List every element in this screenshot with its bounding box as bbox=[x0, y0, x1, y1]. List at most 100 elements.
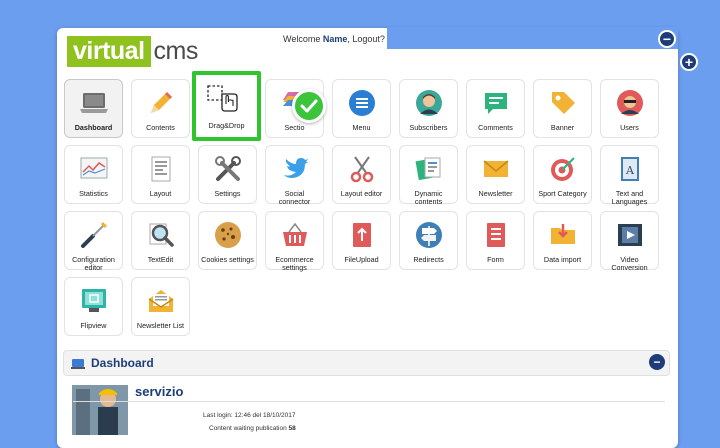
module-label: Redirects bbox=[413, 255, 444, 264]
menu-icon bbox=[347, 88, 377, 118]
signpost-icon bbox=[414, 220, 444, 250]
line-chart-icon bbox=[79, 154, 109, 184]
module-tile-data-import[interactable]: Data import bbox=[533, 211, 592, 270]
module-label: FileUpload bbox=[344, 255, 379, 264]
twitter-bird-icon bbox=[280, 154, 310, 184]
module-label: Menu bbox=[352, 123, 371, 132]
film-icon bbox=[615, 220, 645, 250]
module-label: Users bbox=[620, 123, 639, 132]
virtualcms-logo[interactable]: virtual cms bbox=[67, 35, 199, 67]
profile-photo bbox=[72, 385, 128, 435]
module-label: Dashboard bbox=[74, 123, 113, 132]
flipview-icon bbox=[79, 286, 109, 316]
module-tile-textedit[interactable]: TextEdit bbox=[131, 211, 190, 270]
module-tile-subscribers[interactable]: Subscribers bbox=[399, 79, 458, 138]
user-avatar-icon bbox=[615, 88, 645, 118]
dashboard-laptop-icon bbox=[71, 357, 85, 369]
envelope-icon bbox=[481, 154, 511, 184]
module-tile-sport-category[interactable]: Sport Category bbox=[533, 145, 592, 204]
target-icon bbox=[548, 154, 578, 184]
module-label: Sectio bbox=[284, 123, 305, 132]
module-label: Layout bbox=[149, 189, 172, 198]
dynamic-docs-icon bbox=[414, 154, 444, 184]
module-label: Newsletter bbox=[478, 189, 513, 198]
module-label: Configuration editor bbox=[72, 255, 115, 272]
module-tile-layout[interactable]: Layout bbox=[131, 145, 190, 204]
dashboard-section-header[interactable]: Dashboard − bbox=[63, 350, 670, 376]
cookie-icon bbox=[213, 220, 243, 250]
module-tile-dashboard[interactable]: Dashboard bbox=[64, 79, 123, 138]
logo-cms-text: cms bbox=[153, 36, 199, 65]
upload-icon bbox=[347, 220, 377, 250]
module-label: Dynamic contents bbox=[414, 189, 443, 206]
collapse-minus-icon[interactable]: − bbox=[658, 30, 676, 48]
module-tile-banner[interactable]: Banner bbox=[533, 79, 592, 138]
module-tile-comments[interactable]: Comments bbox=[466, 79, 525, 138]
module-label: Banner bbox=[550, 123, 575, 132]
tools-icon bbox=[213, 154, 243, 184]
dictionary-icon: A bbox=[615, 154, 645, 184]
module-tile-menu[interactable]: Menu bbox=[332, 79, 391, 138]
dashboard-title: Dashboard bbox=[91, 356, 154, 370]
module-label: Video Conversion bbox=[611, 255, 648, 272]
laptop-icon bbox=[79, 88, 109, 118]
magnifier-icon bbox=[146, 220, 176, 250]
module-tile-flipview[interactable]: Flipview bbox=[64, 277, 123, 336]
module-tile-text-and-languages[interactable]: A Text and Languages bbox=[600, 145, 659, 206]
folder-import-icon bbox=[548, 220, 578, 250]
content-waiting-text: Content waiting publication 58 bbox=[209, 425, 296, 432]
open-envelope-icon bbox=[146, 286, 176, 316]
dashboard-collapse-icon[interactable]: − bbox=[649, 354, 665, 370]
module-label: Subscribers bbox=[409, 123, 448, 132]
module-tile-contents[interactable]: Contents bbox=[131, 79, 190, 138]
module-label: Settings bbox=[214, 189, 241, 198]
drag-drop-highlight[interactable]: Drag&Drop bbox=[192, 71, 261, 141]
expand-plus-icon[interactable]: + bbox=[680, 53, 698, 71]
module-label: Form bbox=[487, 255, 504, 264]
module-tile-redirects[interactable]: Redirects bbox=[399, 211, 458, 270]
module-tile-newsletter[interactable]: Newsletter bbox=[466, 145, 525, 204]
subscriber-avatar-icon bbox=[414, 88, 444, 118]
svg-text:A: A bbox=[625, 164, 635, 177]
form-icon bbox=[481, 220, 511, 250]
basket-icon bbox=[280, 220, 310, 250]
pencil-icon bbox=[146, 88, 176, 118]
module-tile-ecommerce-settings[interactable]: Ecommerce settings bbox=[265, 211, 324, 272]
profile-name: servizio bbox=[135, 384, 184, 399]
screwdriver-icon bbox=[79, 220, 109, 250]
document-icon bbox=[146, 154, 176, 184]
module-label: Social connector bbox=[278, 189, 311, 206]
welcome-prefix: Welcome bbox=[283, 34, 323, 44]
tag-icon bbox=[548, 88, 578, 118]
logout-link[interactable]: , Logout? bbox=[347, 34, 385, 44]
module-tile-video-conversion[interactable]: Video Conversion bbox=[600, 211, 659, 272]
module-label: TextEdit bbox=[147, 255, 174, 264]
module-tile-dynamic-contents[interactable]: Dynamic contents bbox=[399, 145, 458, 206]
module-label: Statistics bbox=[79, 189, 108, 198]
module-label: Contents bbox=[146, 123, 175, 132]
module-tile-form[interactable]: Form bbox=[466, 211, 525, 270]
module-tile-cookies-settings[interactable]: Cookies settings bbox=[198, 211, 257, 270]
module-tile-layout-editor[interactable]: Layout editor bbox=[332, 145, 391, 204]
success-checkmark-icon bbox=[292, 89, 326, 123]
module-label: Cookies settings bbox=[201, 255, 254, 264]
module-label: Text and Languages bbox=[611, 189, 648, 206]
module-tile-statistics[interactable]: Statistics bbox=[64, 145, 123, 204]
module-label: Data import bbox=[543, 255, 582, 264]
module-tile-configuration-editor[interactable]: Configuration editor bbox=[64, 211, 123, 272]
module-tile-newsletter-list[interactable]: Newsletter List bbox=[131, 277, 190, 336]
module-tile-users[interactable]: Users bbox=[600, 79, 659, 138]
logo-virtual-text: virtual bbox=[67, 35, 151, 67]
drag-drop-icon bbox=[206, 84, 242, 114]
module-label: Sport Category bbox=[538, 189, 587, 198]
last-login-text: Last login: 12:46 del 18/10/2017 bbox=[203, 412, 296, 419]
module-tile-fileupload[interactable]: FileUpload bbox=[332, 211, 391, 270]
module-label: Ecommerce settings bbox=[275, 255, 314, 272]
module-tile-settings[interactable]: Settings bbox=[198, 145, 257, 204]
module-tile-social-connector[interactable]: Social connector bbox=[265, 145, 324, 206]
module-label: Layout editor bbox=[340, 189, 383, 198]
welcome-message: Welcome Name, Logout? bbox=[283, 34, 385, 44]
module-label: Newsletter List bbox=[136, 321, 185, 330]
user-name: Name bbox=[322, 34, 348, 44]
module-label: Flipview bbox=[80, 321, 107, 330]
